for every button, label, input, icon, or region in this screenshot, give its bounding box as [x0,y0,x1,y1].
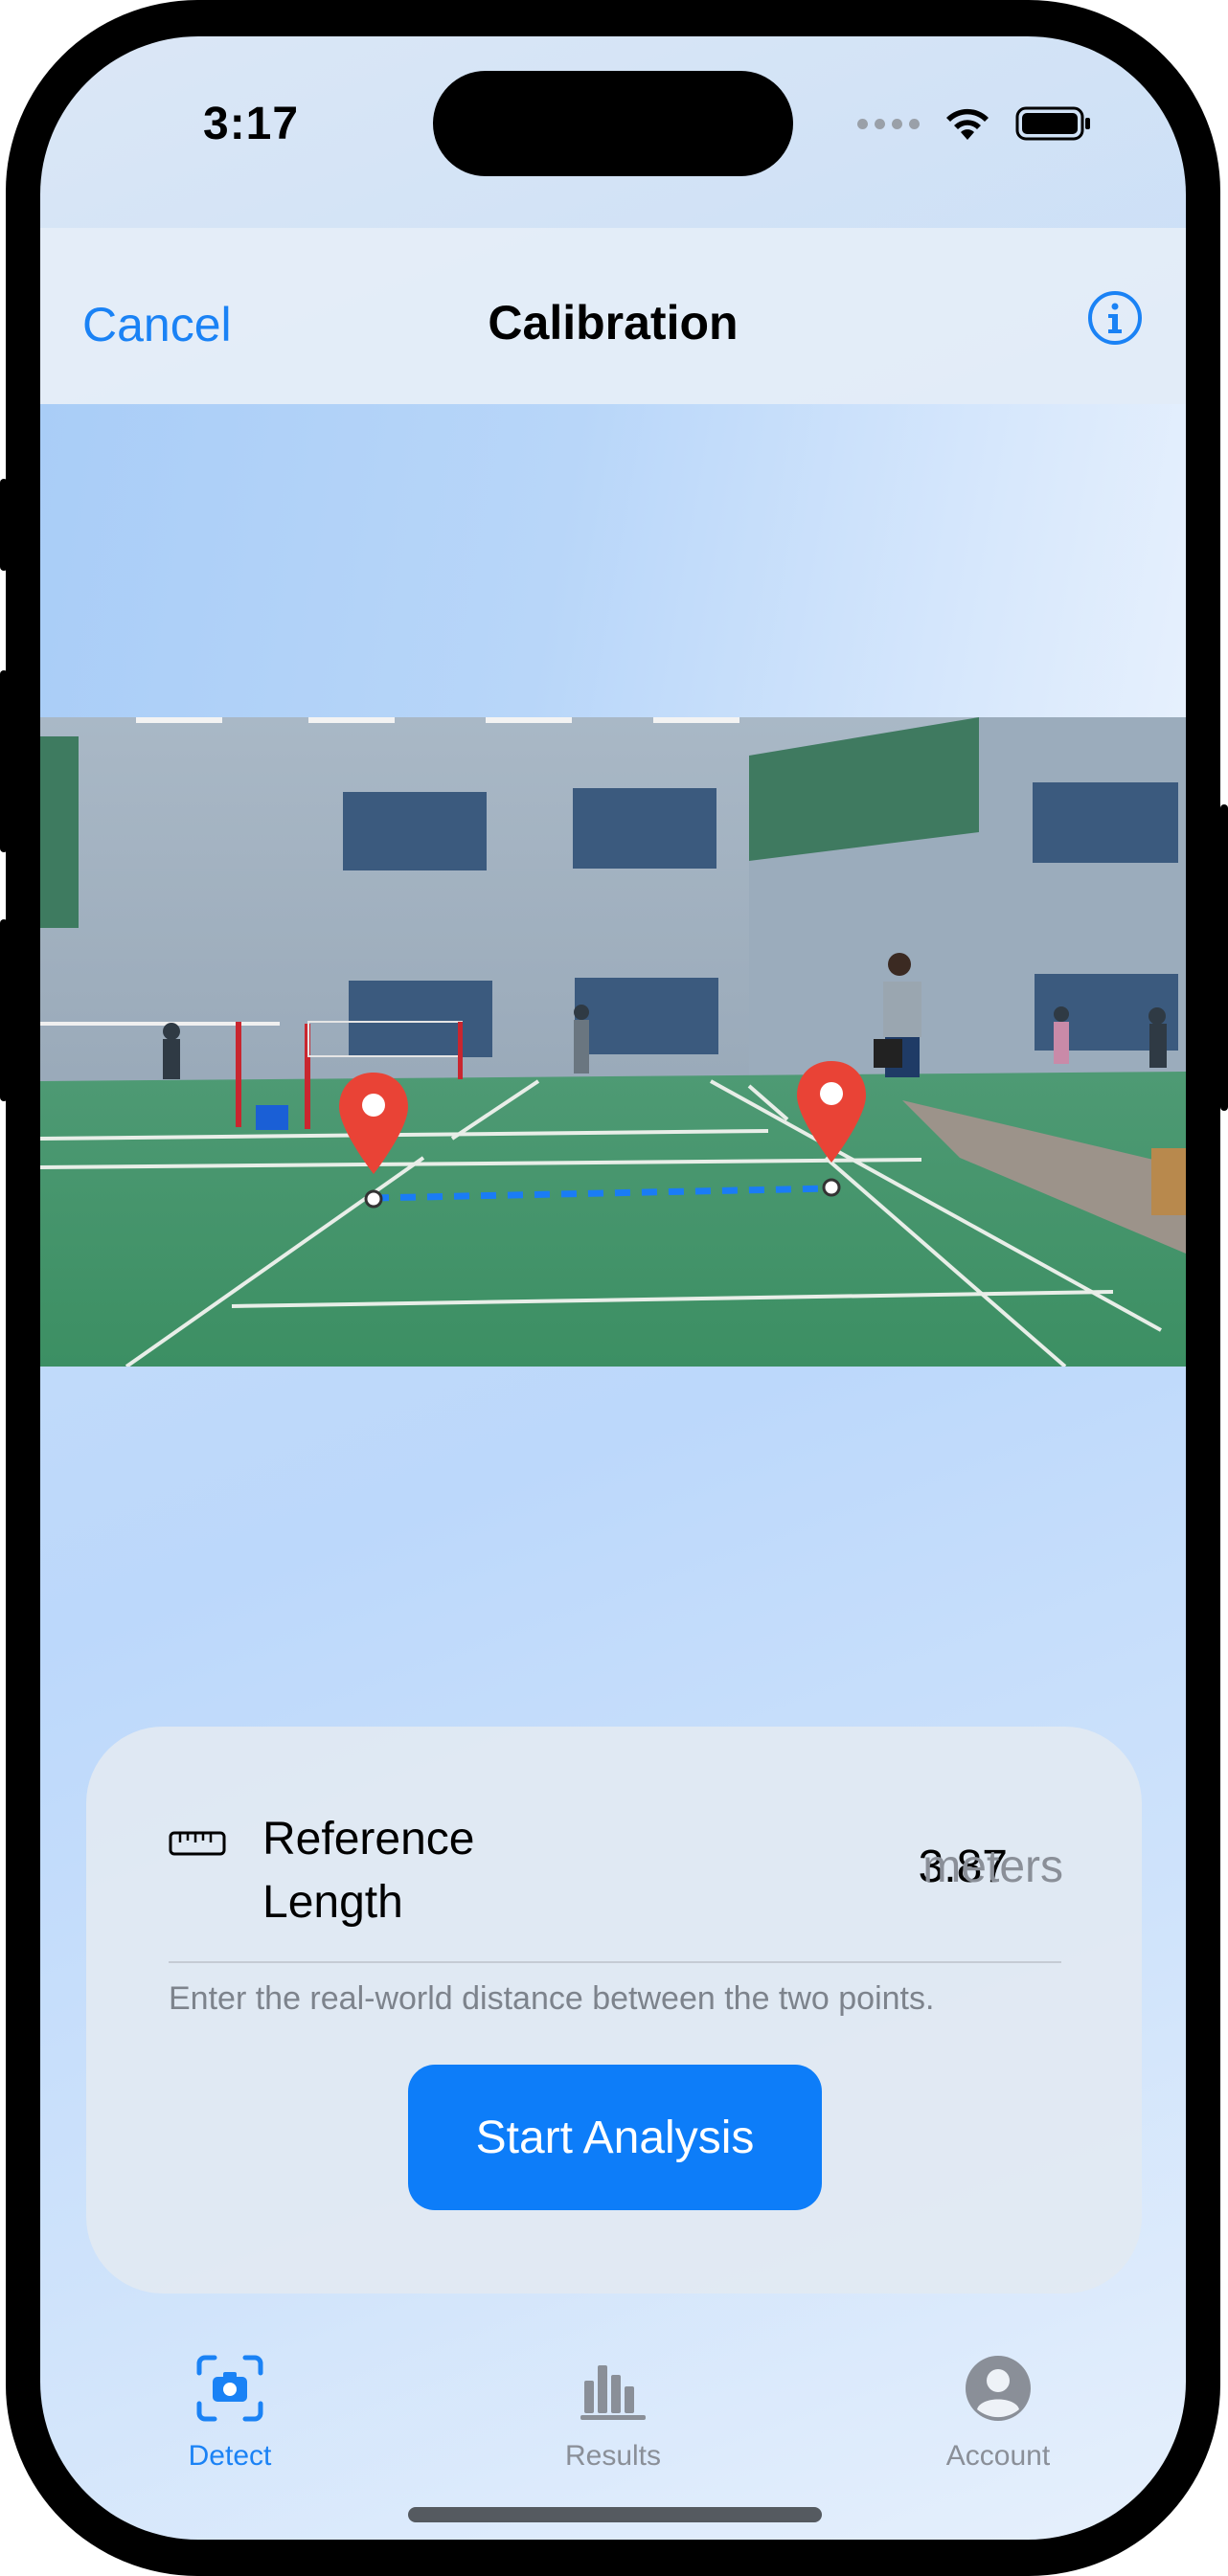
volume-up-button [0,670,8,852]
volume-down-button [0,919,8,1101]
person-circle-icon [966,2356,1031,2421]
wifi-icon [946,108,989,140]
power-button [1220,804,1228,1111]
reference-length-label: Reference Length [262,1814,475,1928]
tab-account[interactable]: Account [874,2354,1123,2473]
background-band [40,404,1186,718]
page-title: Calibration [488,296,739,350]
divider [169,1961,1061,1963]
tab-label: Results [564,2440,662,2472]
ruler-icon [169,1831,226,1856]
map-pin-icon[interactable] [791,1057,872,1201]
screen: 3:17 Cancel Calibration Reference Length… [40,36,1186,2540]
court-video-frame [40,717,1186,1367]
map-pin-icon[interactable] [333,1069,414,1212]
cellular-signal-icon [857,118,920,129]
info-icon[interactable] [1086,289,1144,347]
dynamic-island [433,71,793,176]
bar-chart-icon [580,2365,646,2420]
action-button [0,479,8,571]
status-icons [857,105,1092,142]
status-time: 3:17 [203,99,300,149]
unit-label: meters [922,1842,1063,1892]
battery-icon [1015,106,1090,141]
tab-results[interactable]: Results [489,2354,738,2473]
home-indicator[interactable] [408,2507,822,2522]
tab-label: Detect [188,2440,272,2472]
start-analysis-button[interactable]: Start Analysis [408,2065,822,2210]
tab-label: Account [945,2440,1051,2472]
camera-scan-icon [196,2355,263,2422]
hint-text: Enter the real-world distance between th… [169,1980,935,2017]
tab-detect[interactable]: Detect [105,2354,354,2473]
